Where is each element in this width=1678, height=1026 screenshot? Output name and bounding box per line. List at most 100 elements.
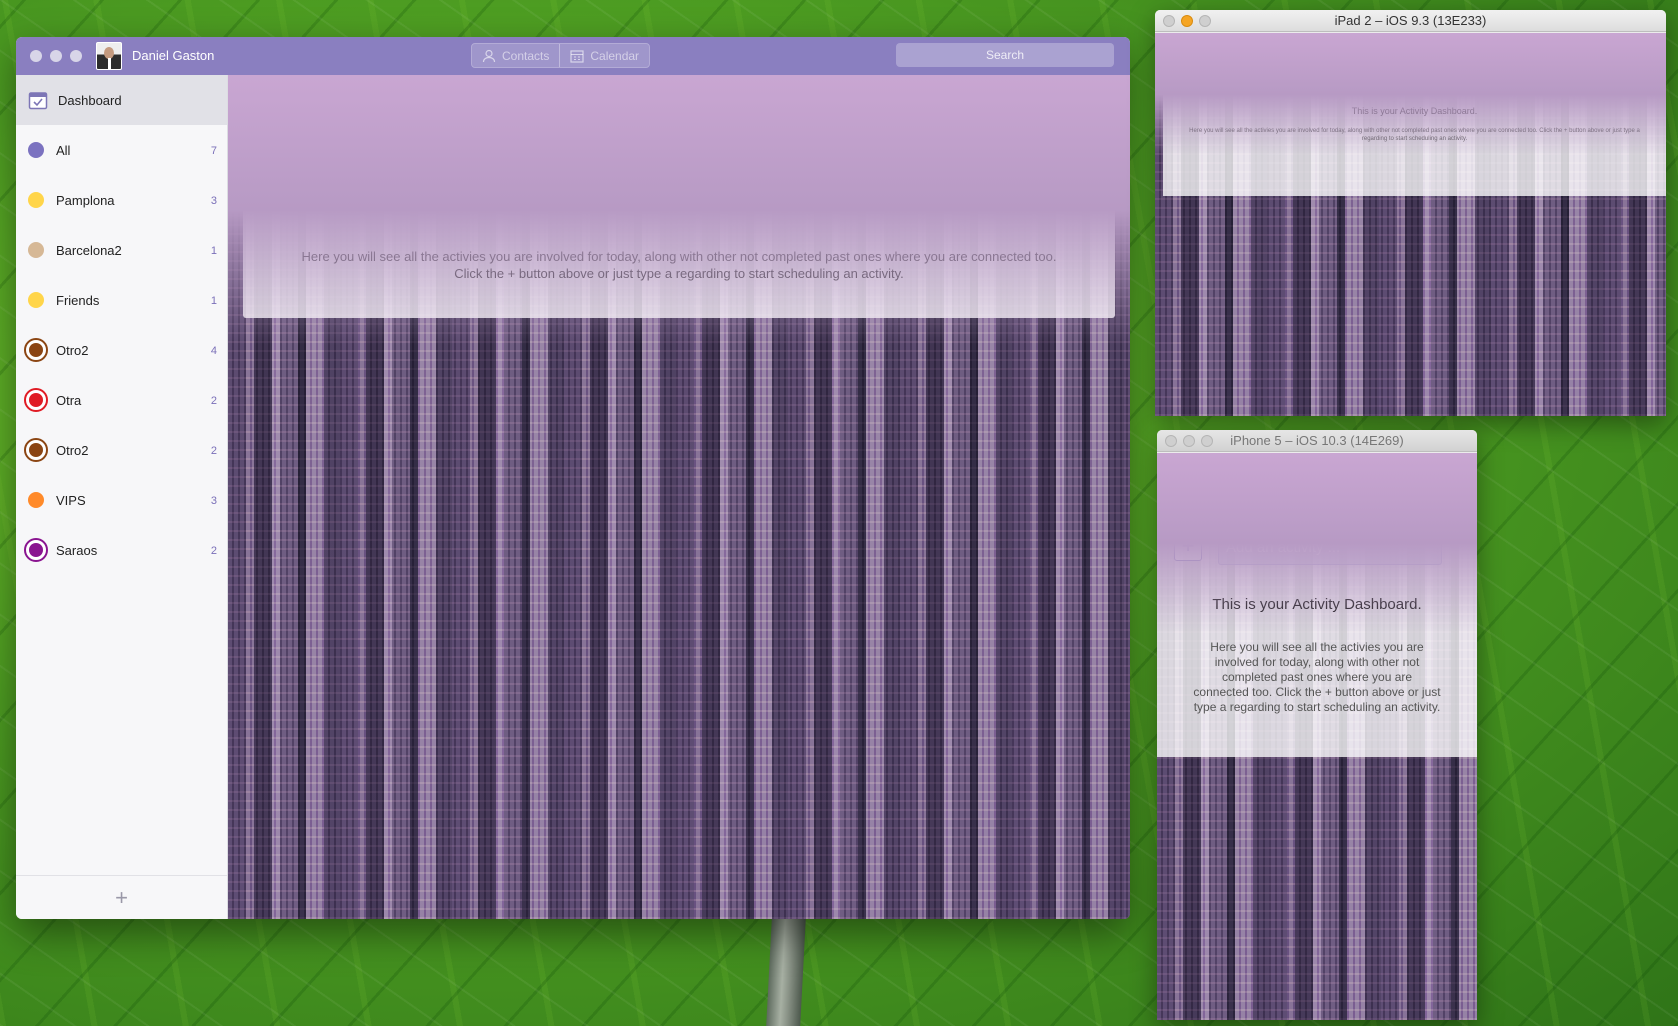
activity-dashboard-card: + Add Activity... This is your Activity … (243, 90, 1115, 318)
status-time: 2:28 PM (1399, 34, 1422, 40)
zoom-window-button[interactable] (1199, 15, 1211, 27)
simulator-title: iPad 2 – iOS 9.3 (13E233) (1334, 13, 1487, 28)
simulator-titlebar: iPad 2 – iOS 9.3 (13E233) (1155, 10, 1666, 32)
sidebar-item-vips[interactable]: VIPS 3 (16, 475, 227, 525)
add-activity-input[interactable]: Add an activity ... (1389, 77, 1647, 91)
gear-icon[interactable]: ⚙ (1442, 479, 1465, 509)
ipad-simulator-window: iPad 2 – iOS 9.3 (13E233) Carrier 2:28 P… (1155, 10, 1666, 416)
sidebar-item-barcelona2[interactable]: Barcelona2 1 (16, 225, 227, 275)
sidebar-item-otro2[interactable]: Otro2 4 (16, 325, 227, 375)
sidebar-list: All 7 Pamplona 3 Barcelona2 1 Friends 1 Otro2 4 Ot… (16, 125, 227, 575)
calendar-check-icon (28, 92, 48, 110)
sidebar: Dashboard All 7 Pamplona 3 Barcelona2 1 Friend… (16, 75, 228, 919)
user-avatar[interactable] (96, 42, 122, 70)
close-window-button[interactable] (1165, 435, 1177, 447)
nav-title: Dashboard (1179, 49, 1214, 56)
gear-icon[interactable]: ⚙ (1654, 46, 1663, 57)
dashboard-title: This is your Activity Dashboard. (504, 160, 854, 188)
plus-icon: + (1181, 533, 1195, 558)
group-color-dot (24, 538, 48, 562)
dashboard-description: Here you will see all the activies you a… (301, 249, 1057, 281)
sidebar-item-label: Saraos (56, 542, 98, 558)
sidebar-item-count: 7 (210, 145, 217, 157)
sidebar-item-otra[interactable]: Otra 2 (16, 375, 227, 425)
status-bar: Carrier 2:28 PM 100% (1155, 33, 1666, 42)
zoom-window-button[interactable] (1201, 435, 1213, 447)
contacts-icon (482, 49, 496, 62)
status-bar: Carrier ≋ 2:28 PM (1157, 453, 1477, 475)
sidebar-item-count: 2 (210, 445, 217, 457)
dashboard-title: This is your Activity Dashboard. (1212, 596, 1422, 613)
sidebar-item-pamplona[interactable]: Pamplona 3 (16, 175, 227, 225)
add-activity-button[interactable]: + (799, 102, 821, 124)
add-activity-input[interactable]: Add Activity... (833, 102, 1055, 126)
nav-title: Dashboard (1221, 487, 1295, 504)
group-color-dot (28, 142, 44, 158)
group-color-dot (24, 338, 48, 362)
simulator-titlebar: iPhone 5 – iOS 10.3 (14E269) (1157, 430, 1477, 452)
dashboard-title: This is your Activity Dashboard. (1351, 106, 1478, 116)
minimize-window-button[interactable] (50, 50, 62, 62)
sidebar-item-saraos[interactable]: Saraos 2 (16, 525, 227, 575)
sidebar-item-otro2[interactable]: Otro2 2 (16, 425, 227, 475)
sidebar-item-label: Dashboard (58, 92, 122, 108)
dashboard-content: + Add Activity... This is your Activity … (228, 75, 1130, 919)
sidebar-item-count: 3 (210, 495, 217, 507)
tab-calendar[interactable]: Calendar (559, 44, 650, 67)
sidebar-item-friends[interactable]: Friends 1 (16, 275, 227, 325)
search-input[interactable]: Search (1550, 47, 1642, 58)
sidebar-item-label: Barcelona2 (56, 242, 122, 258)
add-activity-input[interactable]: Add an activity ... (1218, 529, 1442, 565)
wifi-icon: ≋ (1213, 457, 1223, 469)
tab-calendar[interactable]: Calendar (1404, 47, 1443, 58)
activity-dashboard-card: + Add an activity ... This is your Activ… (1157, 517, 1477, 757)
sidebar-item-all[interactable]: All 7 (16, 125, 227, 175)
status-battery: 100% (1636, 34, 1652, 40)
plus-icon: + (804, 102, 816, 122)
sidebar-item-label: Pamplona (56, 192, 115, 208)
group-color-dot (28, 292, 44, 308)
sidebar-item-count: 3 (210, 195, 217, 207)
tab-calendar-label: Calendar (590, 48, 640, 63)
group-color-dot (28, 492, 44, 508)
iphone-simulator-window: iPhone 5 – iOS 10.3 (14E269) Carrier ≋ 2… (1157, 430, 1477, 1020)
minimize-window-button[interactable] (1183, 435, 1195, 447)
simulator-title: iPhone 5 – iOS 10.3 (14E269) (1230, 433, 1404, 448)
group-color-dot (24, 438, 48, 462)
group-color-dot (28, 192, 44, 208)
mac-app-window: Daniel Gaston Contacts Calendar Search D… (16, 37, 1130, 919)
close-window-button[interactable] (1163, 15, 1175, 27)
add-activity-button[interactable]: + (1174, 533, 1202, 561)
sidebar-item-dashboard[interactable]: Dashboard (16, 75, 227, 125)
sidebar-item-count: 2 (210, 395, 217, 407)
sidebar-item-label: All (56, 142, 71, 158)
add-group-button[interactable]: + (16, 875, 227, 919)
add-activity-button[interactable]: + (1368, 77, 1382, 91)
plus-icon: + (1371, 77, 1379, 89)
sidebar-item-count: 2 (210, 545, 217, 557)
calendar-icon (1163, 47, 1173, 57)
plus-icon: + (115, 885, 128, 910)
status-carrier: Carrier (1159, 34, 1178, 40)
sidebar-item-count: 1 (210, 295, 217, 307)
window-titlebar: Daniel Gaston Contacts Calendar Search (16, 37, 1130, 75)
zoom-window-button[interactable] (70, 50, 82, 62)
sidebar-item-label: Otro2 (56, 442, 89, 458)
search-input[interactable]: Search (896, 43, 1114, 67)
group-color-dot (28, 242, 44, 258)
user-name: Daniel Gaston (132, 48, 215, 63)
view-switcher: Contacts Calendar (471, 43, 651, 68)
sidebar-item-label: Otra (56, 392, 82, 408)
sidebar-item-label: VIPS (56, 492, 86, 508)
group-color-dot (24, 388, 48, 412)
iphone-screen: Carrier ≋ 2:28 PM Dashboard ⚙ + Add an a… (1157, 453, 1477, 1020)
tab-contacts[interactable]: Contacts (472, 44, 560, 67)
navigation-bar: Dashboard ⚙ (1157, 475, 1477, 517)
close-window-button[interactable] (30, 50, 42, 62)
navigation-bar: Dashboard Contacts Calendar Search ⚙ (1155, 42, 1666, 64)
calendar-icon (570, 49, 584, 63)
tab-contacts[interactable]: Contacts (1360, 47, 1398, 58)
minimize-window-button[interactable] (1181, 15, 1193, 27)
status-carrier: Carrier (1163, 457, 1200, 471)
battery-icon (1447, 459, 1469, 468)
